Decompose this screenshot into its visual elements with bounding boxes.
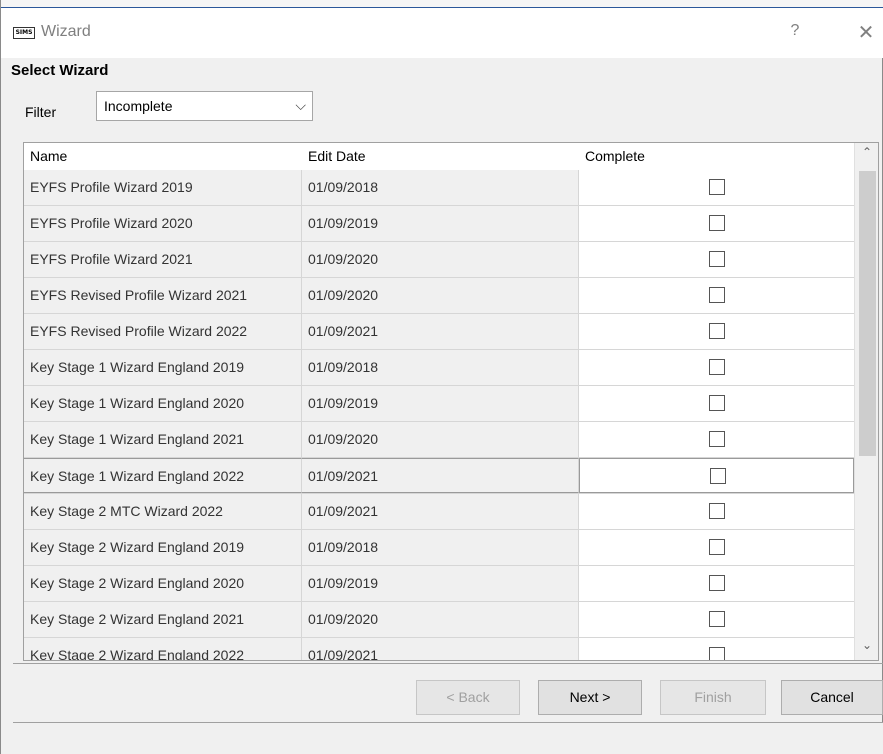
cell-complete[interactable] — [579, 278, 854, 313]
checkbox-icon[interactable] — [709, 611, 725, 627]
cell-name[interactable]: EYFS Profile Wizard 2019 — [24, 170, 302, 205]
table-row[interactable]: EYFS Profile Wizard 2021 01/09/2020 — [24, 242, 854, 278]
cell-name[interactable]: Key Stage 2 Wizard England 2021 — [24, 602, 302, 637]
cell-complete[interactable] — [579, 386, 854, 421]
cell-edit-date[interactable]: 01/09/2021 — [302, 638, 579, 660]
cell-edit-date[interactable]: 01/09/2019 — [302, 206, 579, 241]
cell-name[interactable]: EYFS Revised Profile Wizard 2022 — [24, 314, 302, 349]
cell-complete[interactable] — [579, 458, 854, 493]
table-row[interactable]: EYFS Profile Wizard 2020 01/09/2019 — [24, 206, 854, 242]
cell-complete[interactable] — [579, 242, 854, 277]
next-button[interactable]: Next > — [538, 680, 642, 715]
cell-name[interactable]: Key Stage 1 Wizard England 2020 — [24, 386, 302, 421]
cell-edit-date[interactable]: 01/09/2018 — [302, 530, 579, 565]
cell-name[interactable]: Key Stage 2 MTC Wizard 2022 — [24, 494, 302, 529]
cell-edit-date[interactable]: 01/09/2020 — [302, 278, 579, 313]
column-header-name[interactable]: Name — [24, 143, 302, 170]
table-row[interactable]: EYFS Revised Profile Wizard 2021 01/09/20… — [24, 278, 854, 314]
cell-name[interactable]: EYFS Profile Wizard 2021 — [24, 242, 302, 277]
back-button[interactable]: < Back — [416, 680, 520, 715]
table-row[interactable]: Key Stage 1 Wizard England 2020 01/09/201… — [24, 386, 854, 422]
sims-logo-icon: SIMS — [13, 27, 35, 39]
cell-edit-date[interactable]: 01/09/2020 — [302, 422, 579, 457]
cell-edit-date[interactable]: 01/09/2021 — [302, 494, 579, 529]
grid-header: Name Edit Date Complete — [24, 143, 854, 171]
title-bar: SIMS Wizard ? ✕ — [1, 8, 883, 58]
table-row[interactable]: EYFS Profile Wizard 2019 01/09/2018 — [24, 170, 854, 206]
checkbox-icon[interactable] — [709, 575, 725, 591]
close-icon[interactable]: ✕ — [856, 20, 876, 45]
cell-name[interactable]: Key Stage 1 Wizard England 2022 — [24, 458, 302, 493]
scroll-thumb[interactable] — [859, 171, 876, 456]
cell-edit-date[interactable]: 01/09/2019 — [302, 566, 579, 601]
cell-name[interactable]: Key Stage 1 Wizard England 2019 — [24, 350, 302, 385]
filter-value: Incomplete — [104, 98, 173, 114]
cell-complete[interactable] — [579, 314, 854, 349]
table-row[interactable]: Key Stage 2 Wizard England 2019 01/09/201… — [24, 530, 854, 566]
cell-complete[interactable] — [579, 350, 854, 385]
chevron-down-icon: ⌵ — [295, 97, 306, 113]
cell-name[interactable]: Key Stage 2 Wizard England 2020 — [24, 566, 302, 601]
cancel-button[interactable]: Cancel — [781, 680, 883, 715]
scroll-up-icon[interactable]: ⌃ — [855, 145, 878, 165]
window-border — [1, 0, 883, 8]
cell-complete[interactable] — [579, 494, 854, 529]
cell-name[interactable]: EYFS Revised Profile Wizard 2021 — [24, 278, 302, 313]
checkbox-icon[interactable] — [709, 251, 725, 267]
checkbox-icon[interactable] — [710, 468, 726, 484]
column-header-edit-date[interactable]: Edit Date — [302, 143, 579, 170]
checkbox-icon[interactable] — [709, 431, 725, 447]
wizard-window: SIMS Wizard ? ✕ Select Wizard Filter Inc… — [0, 0, 883, 754]
cell-edit-date[interactable]: 01/09/2018 — [302, 170, 579, 205]
status-bar — [13, 722, 883, 754]
table-row[interactable]: Key Stage 1 Wizard England 2021 01/09/202… — [24, 422, 854, 458]
cell-complete[interactable] — [579, 566, 854, 601]
checkbox-icon[interactable] — [709, 215, 725, 231]
checkbox-icon[interactable] — [709, 395, 725, 411]
cell-name[interactable]: Key Stage 2 Wizard England 2022 — [24, 638, 302, 660]
table-row[interactable]: Key Stage 2 MTC Wizard 2022 01/09/2021 — [24, 494, 854, 530]
checkbox-icon[interactable] — [709, 503, 725, 519]
checkbox-icon[interactable] — [709, 539, 725, 555]
checkbox-icon[interactable] — [709, 359, 725, 375]
cell-name[interactable]: Key Stage 2 Wizard England 2019 — [24, 530, 302, 565]
cell-edit-date[interactable]: 01/09/2018 — [302, 350, 579, 385]
cell-complete[interactable] — [579, 530, 854, 565]
cell-edit-date[interactable]: 01/09/2021 — [302, 314, 579, 349]
checkbox-icon[interactable] — [709, 323, 725, 339]
wizard-grid: Name Edit Date Complete EYFS Profile Wiz… — [23, 142, 879, 661]
checkbox-icon[interactable] — [709, 287, 725, 303]
cell-complete[interactable] — [579, 638, 854, 660]
cell-edit-date[interactable]: 01/09/2019 — [302, 386, 579, 421]
cell-name[interactable]: Key Stage 1 Wizard England 2021 — [24, 422, 302, 457]
cell-edit-date[interactable]: 01/09/2020 — [302, 242, 579, 277]
help-icon[interactable]: ? — [785, 22, 805, 40]
cell-edit-date[interactable]: 01/09/2020 — [302, 602, 579, 637]
cell-name[interactable]: EYFS Profile Wizard 2020 — [24, 206, 302, 241]
table-row[interactable]: Key Stage 2 Wizard England 2021 01/09/202… — [24, 602, 854, 638]
filter-label: Filter — [25, 104, 57, 120]
table-row[interactable]: EYFS Revised Profile Wizard 2022 01/09/20… — [24, 314, 854, 350]
window-title: Wizard — [41, 23, 91, 40]
table-row[interactable]: Key Stage 1 Wizard England 2022 01/09/202… — [24, 458, 854, 494]
cell-edit-date[interactable]: 01/09/2021 — [302, 458, 579, 493]
cell-complete[interactable] — [579, 422, 854, 457]
checkbox-icon[interactable] — [709, 179, 725, 195]
table-row[interactable]: Key Stage 2 Wizard England 2020 01/09/201… — [24, 566, 854, 602]
checkbox-icon[interactable] — [709, 647, 725, 660]
cell-complete[interactable] — [579, 602, 854, 637]
table-row[interactable]: Key Stage 2 Wizard England 2022 01/09/202… — [24, 638, 854, 660]
vertical-scrollbar[interactable]: ⌃ ⌄ — [854, 143, 878, 660]
finish-button[interactable]: Finish — [660, 680, 766, 715]
table-row[interactable]: Key Stage 1 Wizard England 2019 01/09/201… — [24, 350, 854, 386]
divider — [13, 663, 883, 664]
section-title: Select Wizard — [11, 62, 109, 79]
scroll-down-icon[interactable]: ⌄ — [855, 638, 878, 658]
filter-dropdown[interactable]: Incomplete ⌵ — [96, 91, 313, 121]
cell-complete[interactable] — [579, 206, 854, 241]
column-header-complete[interactable]: Complete — [579, 143, 854, 170]
cell-complete[interactable] — [579, 170, 854, 205]
